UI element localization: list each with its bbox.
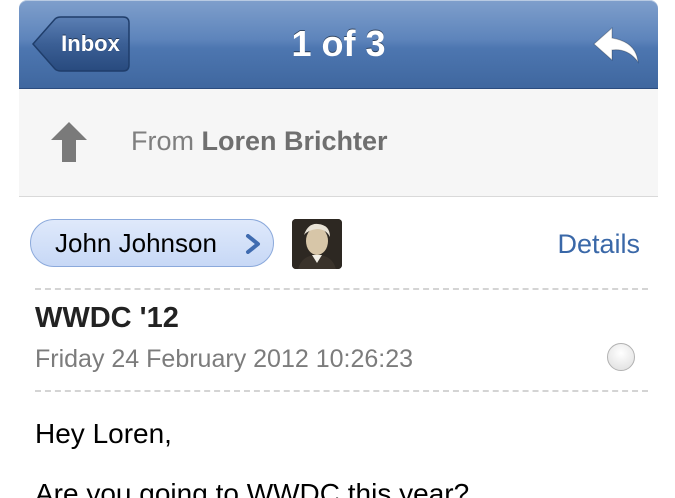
chevron-right-icon (246, 234, 260, 254)
up-arrow-icon[interactable] (49, 120, 89, 164)
message-body-line: Are you going to WWDC this year? (35, 478, 470, 498)
details-link[interactable]: Details (557, 220, 640, 268)
divider (35, 288, 648, 290)
from-label: From Loren Brichter (131, 89, 388, 196)
unread-flag-icon[interactable] (607, 343, 635, 371)
message-date: Friday 24 February 2012 10:26:23 (35, 345, 414, 373)
reply-arrow-icon[interactable] (592, 26, 640, 66)
from-name: Loren Brichter (201, 126, 388, 156)
sender-name: John Johnson (55, 228, 217, 258)
sender-pill[interactable]: John Johnson (30, 219, 274, 267)
navigation-bar: Inbox 1 of 3 (19, 0, 658, 89)
from-bar: From Loren Brichter (19, 89, 658, 197)
message-greeting: Hey Loren, (35, 418, 172, 449)
mail-message-screen: Inbox 1 of 3 From Loren Brichter John Jo… (19, 0, 658, 498)
sender-avatar (292, 219, 342, 269)
divider (35, 390, 648, 392)
from-prefix: From (131, 126, 194, 156)
inbox-back-label: Inbox (61, 31, 120, 56)
message-position-title: 1 of 3 (291, 23, 386, 64)
inbox-back-button[interactable]: Inbox (31, 16, 130, 72)
message-subject: WWDC '12 (35, 302, 179, 334)
